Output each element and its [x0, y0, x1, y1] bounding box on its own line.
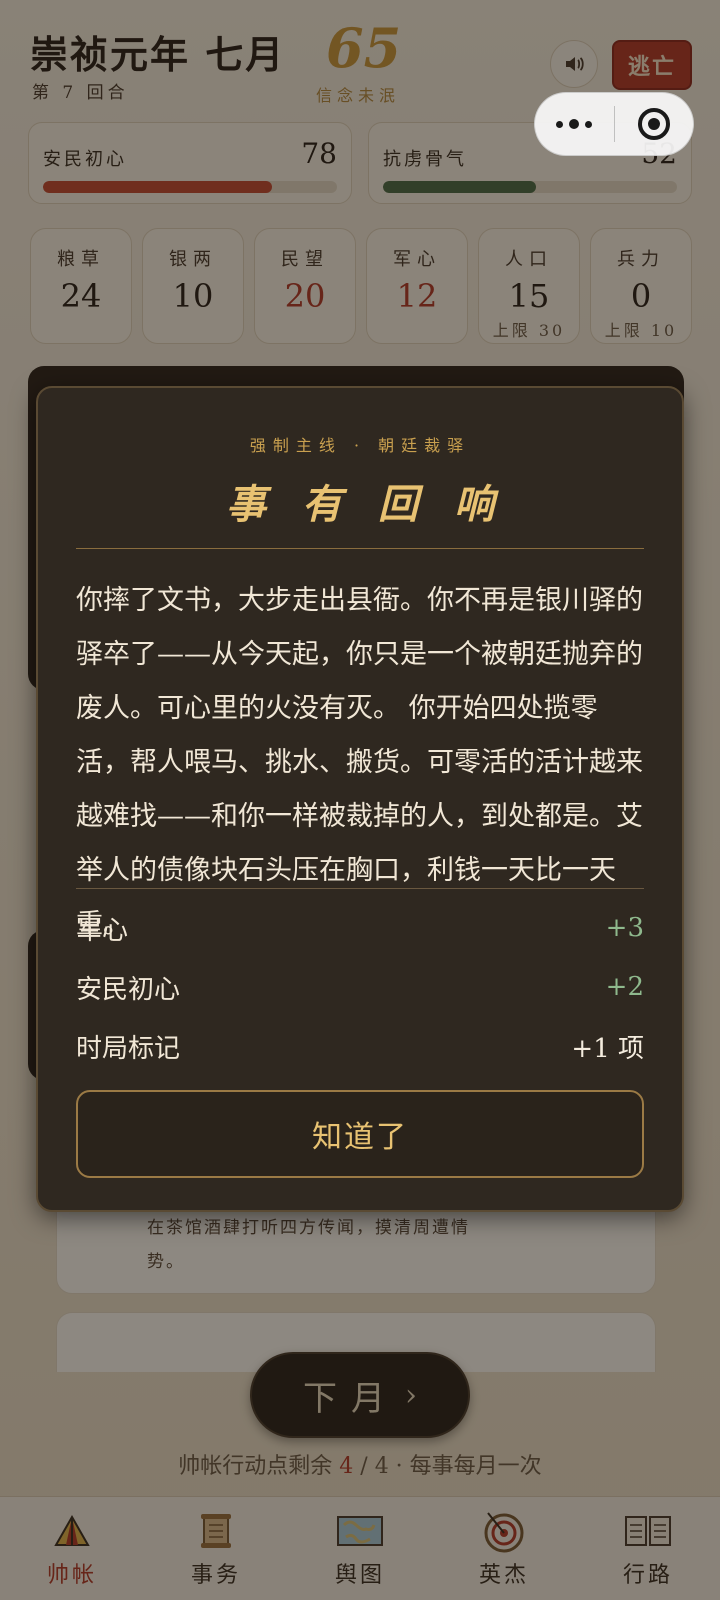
dialog-kicker: 强制主线 · 朝廷裁驿 — [249, 436, 471, 455]
dialog-body: 你摔了文书，大步走出县衙。你不再是银川驿的驿卒了——从今天起，你只是一个被朝廷抛… — [76, 585, 643, 940]
event-result-dialog: 强制主线 · 朝廷裁驿 事有回响 你摔了文书，大步走出县衙。你不再是银川驿的驿卒… — [36, 386, 684, 1212]
close-circle-icon — [637, 108, 670, 140]
effect-value: +2 — [605, 972, 644, 1002]
dialog-title: 事有回响 — [226, 481, 530, 528]
effect-label: 安民初心 — [76, 974, 181, 1005]
miniprogram-capsule — [534, 92, 694, 156]
effect-value: +1 项 — [571, 1033, 644, 1064]
effect-label: 军心 — [76, 915, 129, 946]
acknowledge-button[interactable]: 知道了 — [76, 1090, 644, 1178]
effect-label: 时局标记 — [76, 1033, 181, 1064]
effect-value: +3 — [605, 913, 644, 943]
close-miniprogram-button[interactable] — [615, 108, 694, 140]
effect-row: 安民初心 +2 — [76, 967, 644, 1007]
divider — [76, 888, 644, 889]
divider — [76, 548, 644, 549]
effect-row: 时局标记 +1 项 — [76, 1026, 644, 1066]
effect-row: 军心 +3 — [76, 908, 644, 948]
more-options-icon[interactable] — [535, 119, 614, 129]
